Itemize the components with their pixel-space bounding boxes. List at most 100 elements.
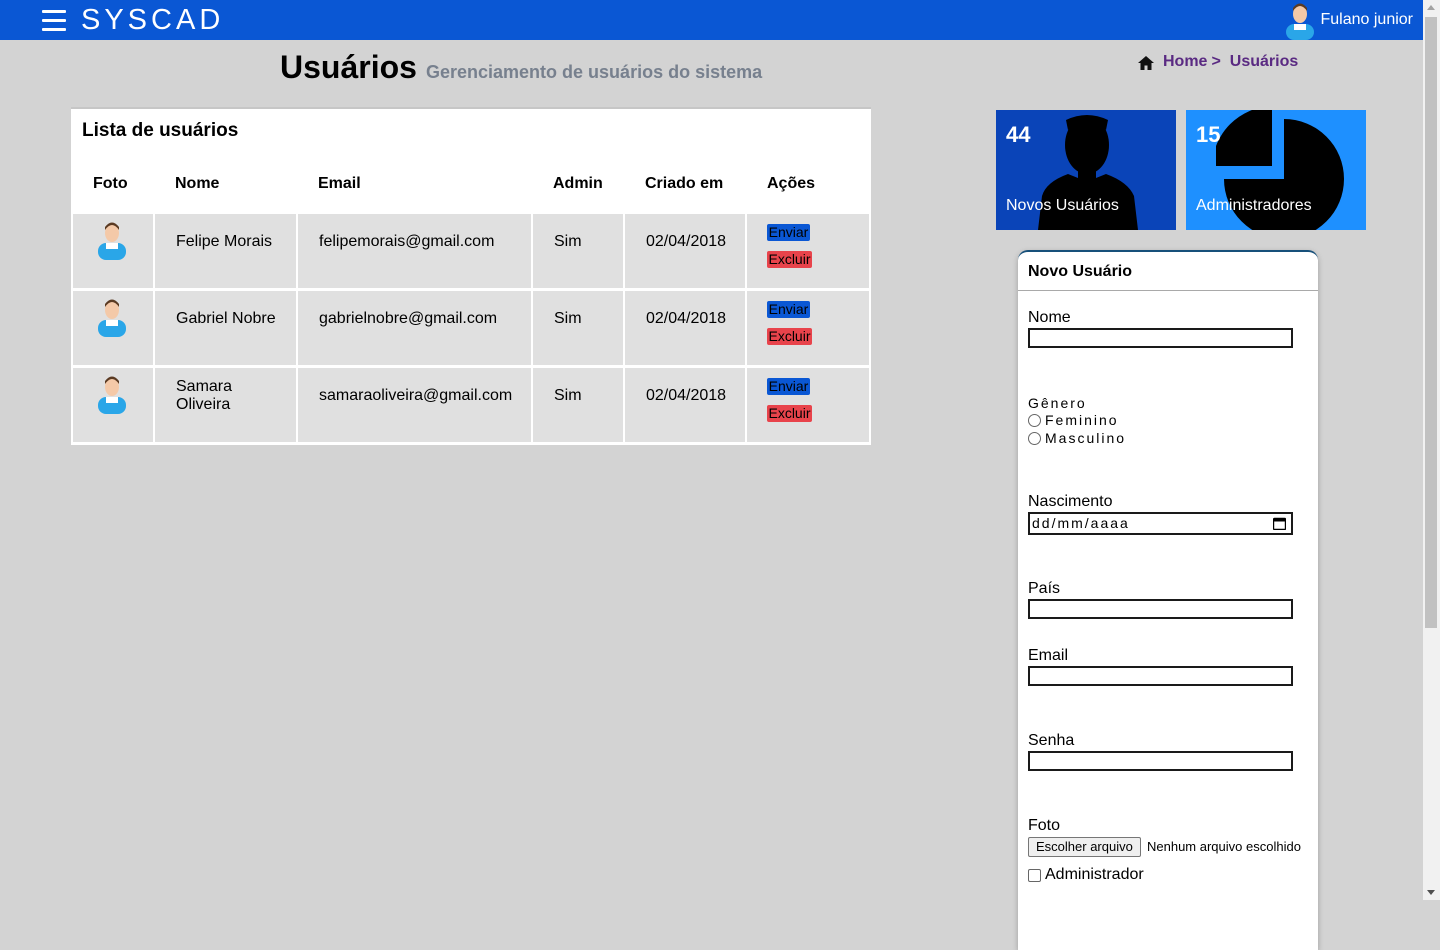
user-avatar-icon <box>98 376 126 414</box>
user-admin-text: Sim <box>554 233 582 250</box>
user-email-text: felipemorais@gmail.com <box>319 233 495 250</box>
scroll-down-icon[interactable] <box>1427 890 1435 895</box>
user-avatar-icon <box>98 222 126 260</box>
column-header-nome: Nome <box>175 175 220 192</box>
send-button[interactable]: Enviar <box>767 378 810 395</box>
column-header-foto: Foto <box>93 175 128 192</box>
created-cell: 02/04/2018 <box>625 368 745 442</box>
form-title: Novo Usuário <box>1028 263 1133 280</box>
radio-circle-icon[interactable] <box>1028 431 1041 445</box>
user-avatar-icon <box>98 299 126 337</box>
user-created-text: 02/04/2018 <box>646 387 727 404</box>
pais-input[interactable] <box>1028 599 1293 619</box>
created-cell: 02/04/2018 <box>625 214 745 288</box>
email-cell: samaraoliveira@gmail.com <box>298 368 531 442</box>
pais-label: País <box>1028 580 1061 597</box>
name-cell: Gabriel Nobre <box>155 291 296 365</box>
photo-cell <box>73 291 153 365</box>
email-cell: gabrielnobre@gmail.com <box>298 291 531 365</box>
page-scrollbar[interactable] <box>1423 0 1440 900</box>
choose-file-button[interactable]: Escolher arquivo <box>1028 837 1141 857</box>
send-button[interactable]: Enviar <box>767 301 810 318</box>
column-header-admin: Admin <box>553 175 603 192</box>
photo-cell <box>73 368 153 442</box>
users-list-panel: Lista de usuários Foto Nome Email Admin … <box>71 107 871 445</box>
delete-button[interactable]: Excluir <box>767 405 812 422</box>
stat-value: 44 <box>1006 122 1031 147</box>
email-input[interactable] <box>1028 666 1293 686</box>
user-menu[interactable]: Fulano junior <box>1283 0 1414 40</box>
admin-checkbox[interactable]: Administrador <box>1028 866 1144 884</box>
users-list-title: Lista de usuários <box>82 120 239 141</box>
photo-cell <box>73 214 153 288</box>
email-label: Email <box>1028 647 1069 664</box>
new-user-form: Novo Usuário Nome Gênero Feminino Mascul… <box>1018 250 1318 950</box>
table-row: Felipe Morais felipemorais@gmail.com Sim… <box>73 214 869 288</box>
actions-cell: Enviar Excluir <box>747 214 869 288</box>
radio-circle-icon[interactable] <box>1028 413 1041 427</box>
breadcrumb-separator: > <box>1211 53 1221 70</box>
created-cell: 02/04/2018 <box>625 291 745 365</box>
delete-button[interactable]: Excluir <box>767 251 812 268</box>
page-title: Usuários <box>280 49 417 85</box>
column-header-email: Email <box>318 175 361 192</box>
admin-cell: Sim <box>533 291 623 365</box>
name-cell: Samara Oliveira <box>155 368 296 442</box>
nascimento-date-input[interactable]: dd/mm/aaaa <box>1028 512 1293 535</box>
table-row: Gabriel Nobre gabrielnobre@gmail.com Sim… <box>73 291 869 365</box>
top-bar: SYSCAD Fulano junior <box>0 0 1423 40</box>
user-name-text: Felipe Morais <box>176 233 273 250</box>
nascimento-label: Nascimento <box>1028 493 1113 510</box>
page-subtitle: Gerenciamento de usuários do sistema <box>426 62 763 82</box>
senha-label: Senha <box>1028 732 1075 749</box>
scroll-up-icon[interactable] <box>1427 5 1435 10</box>
breadcrumb-home-link[interactable]: Home <box>1163 53 1207 71</box>
column-header-criado-em: Criado em <box>645 175 724 192</box>
send-button[interactable]: Enviar <box>767 224 810 241</box>
stat-label: Administradores <box>1196 197 1312 214</box>
radio-feminino-label: Feminino <box>1045 412 1119 428</box>
scrollbar-thumb[interactable] <box>1425 17 1437 628</box>
name-cell: Felipe Morais <box>155 214 296 288</box>
admin-cell: Sim <box>533 368 623 442</box>
email-cell: felipemorais@gmail.com <box>298 214 531 288</box>
radio-masculino-label: Masculino <box>1045 430 1127 446</box>
nome-input[interactable] <box>1028 328 1293 348</box>
menu-icon[interactable] <box>42 10 66 32</box>
breadcrumb-current-link[interactable]: Usuários <box>1230 53 1298 71</box>
home-icon <box>1138 56 1154 70</box>
delete-button[interactable]: Excluir <box>767 328 812 345</box>
stat-card-new-users[interactable]: 44 Novos Usuários <box>996 110 1176 230</box>
nome-label: Nome <box>1028 309 1071 326</box>
genero-label: Gênero <box>1028 395 1087 411</box>
user-created-text: 02/04/2018 <box>646 233 727 250</box>
user-admin-text: Sim <box>554 310 582 327</box>
user-admin-text: Sim <box>554 387 582 404</box>
stat-label: Novos Usuários <box>1006 197 1119 214</box>
breadcrumb: Home > Usuários <box>1138 53 1298 71</box>
user-avatar-icon <box>1285 3 1314 40</box>
stat-card-admins[interactable]: 15 Administradores <box>1186 110 1366 230</box>
checkbox-icon[interactable] <box>1028 868 1041 882</box>
actions-cell: Enviar Excluir <box>747 368 869 442</box>
radio-feminino[interactable]: Feminino <box>1028 412 1119 428</box>
form-divider <box>1018 290 1318 291</box>
stat-value: 15 <box>1196 122 1221 147</box>
calendar-icon[interactable] <box>1273 517 1286 530</box>
file-status-text: Nenhum arquivo escolhido <box>1147 839 1301 854</box>
foto-label: Foto <box>1028 817 1061 834</box>
nascimento-placeholder: dd/mm/aaaa <box>1032 515 1130 531</box>
user-email-text: samaraoliveira@gmail.com <box>319 387 513 404</box>
table-row: Samara Oliveira samaraoliveira@gmail.com… <box>73 368 869 442</box>
user-name-text: Gabriel Nobre <box>176 310 276 327</box>
radio-masculino[interactable]: Masculino <box>1028 430 1126 446</box>
user-name: Fulano junior <box>1320 11 1414 28</box>
senha-input[interactable] <box>1028 751 1293 771</box>
column-header-acoes: Ações <box>767 175 816 192</box>
admin-cell: Sim <box>533 214 623 288</box>
admin-checkbox-label: Administrador <box>1045 866 1144 883</box>
user-name-text: Samara Oliveira <box>176 378 233 413</box>
actions-cell: Enviar Excluir <box>747 291 869 365</box>
user-email-text: gabrielnobre@gmail.com <box>319 310 498 327</box>
brand-logo[interactable]: SYSCAD <box>81 3 224 37</box>
